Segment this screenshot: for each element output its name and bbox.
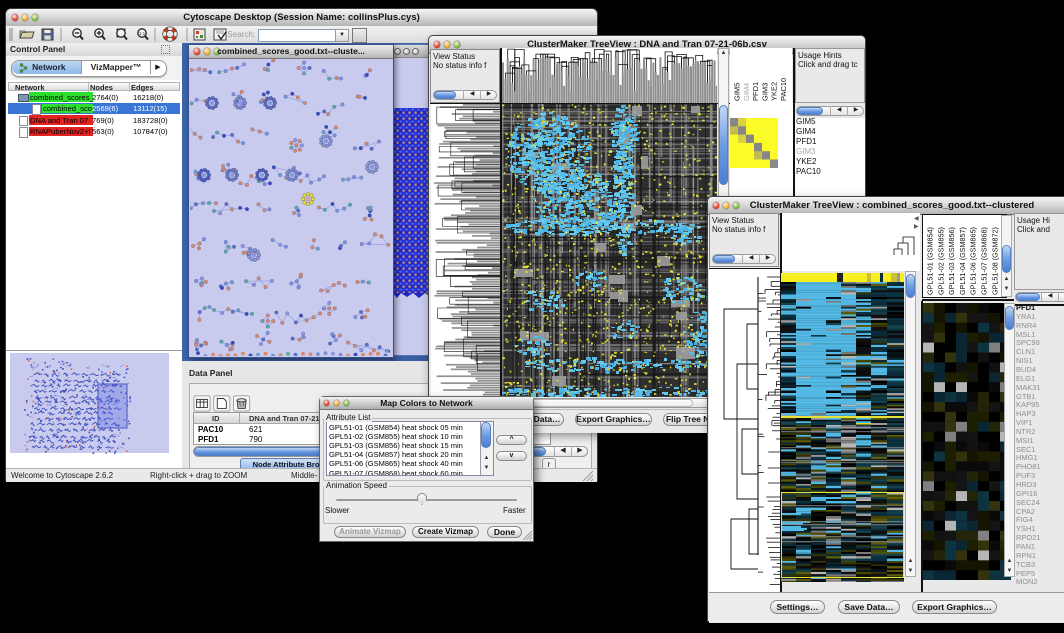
svg-text:GPL51-04 (GSM857): GPL51-04 (GSM857) (958, 227, 967, 295)
svg-text:Search:: Search: (227, 30, 255, 39)
svg-text:GPL51-01 (GSM854): GPL51-01 (GSM854) (926, 227, 935, 295)
svg-text:GPL51-08 (GSM872): GPL51-08 (GSM872) (990, 227, 999, 295)
svg-text:YKE2: YKE2 (770, 82, 779, 101)
svg-text:GIM3: GIM3 (760, 83, 769, 101)
svg-text:PFD1: PFD1 (751, 82, 760, 101)
svg-text:1:1: 1:1 (139, 31, 146, 36)
svg-text:GPL51-06 (GSM865): GPL51-06 (GSM865) (969, 227, 978, 295)
svg-text:PAC10: PAC10 (779, 78, 788, 101)
svg-text:GIM4: GIM4 (742, 83, 751, 101)
svg-text:GPL51-03 (GSM856): GPL51-03 (GSM856) (947, 227, 956, 295)
svg-text:GPL51-02 (GSM855): GPL51-02 (GSM855) (936, 227, 945, 295)
svg-text:GPL51-07 (GSM868): GPL51-07 (GSM868) (980, 227, 989, 295)
svg-text:GIM5: GIM5 (733, 83, 742, 101)
